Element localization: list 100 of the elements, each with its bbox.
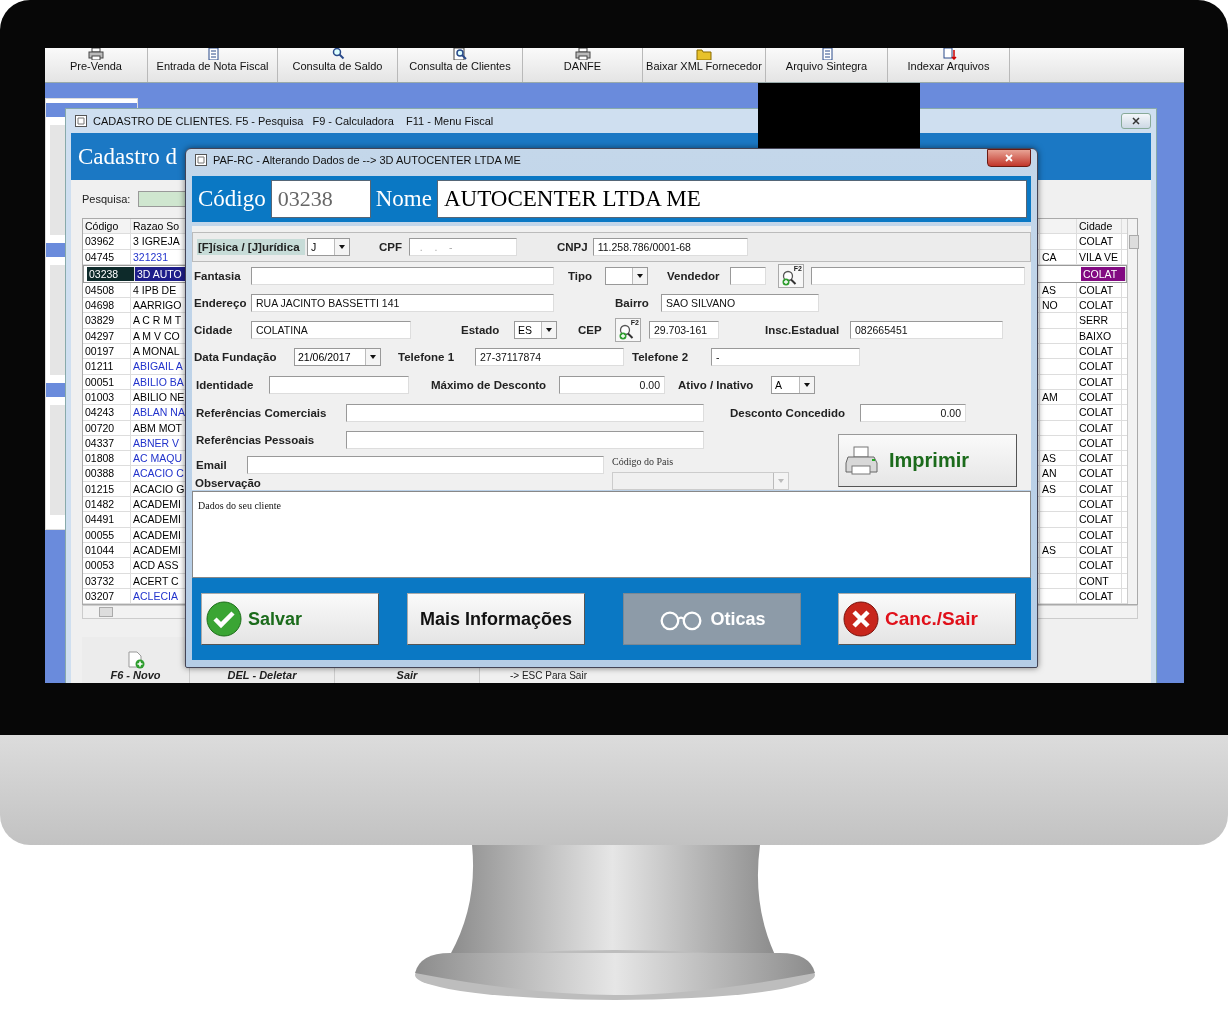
cancel-button[interactable]: Canc./Sair [838,593,1016,645]
zip-field[interactable]: 29.703-161 [649,320,719,339]
table-cell: COLAT [1077,298,1122,313]
city-field[interactable]: COLATINA [251,320,411,339]
table-cell: 04508 [83,282,131,298]
close-button[interactable] [987,149,1031,167]
info-button[interactable]: Mais Informações [407,593,585,645]
table-cell: 00197 [83,344,131,359]
printer-icon [845,445,879,476]
table-cell: COLAT [1077,542,1122,558]
close-icon [843,601,879,637]
toolbar-button[interactable]: DANFE [523,48,643,82]
field-label: Nome [375,186,432,212]
cpf-field[interactable]: . . - [409,238,517,256]
window-title: CADASTRO DE CLIENTES. F5 - Pesquisa F9 - Calculadora F11 - Menu Fiscal [93,115,494,127]
text-field[interactable] [251,266,554,285]
field-label: Insc.Estadual [765,323,841,336]
name-field[interactable]: AUTOCENTER LTDA ME [436,180,1027,218]
table-cell: AS [1040,542,1077,558]
field-label: Ativo / Inativo [678,378,755,391]
vertical-scrollbar[interactable] [1127,219,1137,605]
window-icon [75,115,87,127]
field-label: Data Fundação [194,350,278,363]
table-cell: NO [1040,298,1077,313]
table-cell: COLAT [1077,405,1122,420]
field-label: Vendedor [667,269,721,282]
phone-field[interactable]: 27-37117874 [475,347,624,366]
code-field[interactable]: 03238 [270,180,371,218]
phone-field[interactable]: - [711,347,860,366]
text-field[interactable] [346,430,704,449]
table-cell: 00055 [83,527,131,542]
window-icon [195,154,207,166]
cnpj-field[interactable]: 11.258.786/0001-68 [592,238,748,256]
caret-icon [799,376,814,393]
save-button[interactable]: Salvar [201,593,379,645]
printer-icon [574,48,591,60]
id-field[interactable] [269,375,409,394]
document-arrow-icon [940,48,957,60]
toolbar-button[interactable]: Indexar Arquivos [888,48,1010,82]
column-header: Código [83,219,131,234]
field-label: Identidade [196,378,255,391]
field-label: Tipo [568,269,594,282]
table-cell: SERR [1077,313,1122,328]
text-field[interactable] [346,403,704,422]
table-cell: COLAT [1077,481,1122,497]
address-field[interactable]: RUA JACINTO BASSETTI 141 [251,293,554,312]
table-cell: COLAT [1077,374,1122,389]
dropdown[interactable]: J [307,238,350,256]
table-cell: 00051 [83,374,131,389]
table-cell: 01211 [83,359,131,374]
toolbar-button[interactable]: F6 - Novo [82,637,190,683]
window-title: PAF-RC - Alterando Dados de --> 3D AUTOCENTER LTDA ME [213,154,521,166]
toolbar-button[interactable]: Consulta de Saldo [278,48,398,82]
tax-id-field[interactable]: 082665451 [850,320,1003,339]
table-cell: BAIXO [1077,328,1122,344]
check-icon [206,601,242,637]
dropdown[interactable] [605,266,648,285]
field-label: Observação [195,476,262,490]
field-label: Endereço [194,296,248,309]
seller-name-field[interactable] [811,266,1025,285]
toolbar-button[interactable]: Entrada de Nota Fiscal [148,48,278,82]
table-cell: 00388 [83,466,131,481]
table-cell: AS [1040,481,1077,497]
field-label: Cidade [194,323,234,336]
discount-field[interactable]: 0.00 [860,403,966,422]
folder-icon [696,48,712,60]
table-cell: CONT [1077,573,1122,588]
discount-field[interactable]: 0.00 [559,375,665,394]
toolbar-button[interactable]: Baixar XML Fornecedor [643,48,766,82]
email-field[interactable] [247,455,604,474]
toolbar-button[interactable]: Arquivo Sintegra [766,48,888,82]
field-label: Bairro [615,296,650,309]
dropdown[interactable]: A [771,375,815,394]
table-cell: AS [1040,451,1077,466]
toolbar-button[interactable]: Pre-Venda [45,48,148,82]
print-button[interactable]: Imprimir [838,434,1017,487]
seller-code-field[interactable] [730,266,766,285]
field-label: Desconto Concedido [730,406,846,419]
close-button[interactable] [1121,113,1151,129]
table-cell: COLAT [1081,266,1126,281]
close-icon [1004,154,1014,162]
table-cell: 01044 [83,542,131,558]
table-cell: AS [1040,282,1077,298]
table-cell: 04297 [83,328,131,344]
toolbar-button[interactable]: Consulta de Clientes [398,48,523,82]
table-cell: 04491 [83,512,131,527]
date-picker[interactable]: 21/06/2017 [294,347,381,366]
search-add-icon [781,269,797,286]
new-document-icon [126,651,145,670]
field-label: Fantasia [194,269,242,282]
table-cell: 00053 [83,558,131,573]
notes-field[interactable]: Dados do seu cliente [192,491,1031,578]
column-header: Cidade [1077,219,1122,234]
table-cell: COLAT [1077,466,1122,481]
dropdown[interactable]: ES [514,320,557,339]
table-cell: VILA VE [1077,249,1122,264]
district-field[interactable]: SAO SILVANO [661,293,819,312]
table-cell: 04337 [83,435,131,451]
table-cell: COLAT [1077,451,1122,466]
table-cell: 00720 [83,420,131,435]
